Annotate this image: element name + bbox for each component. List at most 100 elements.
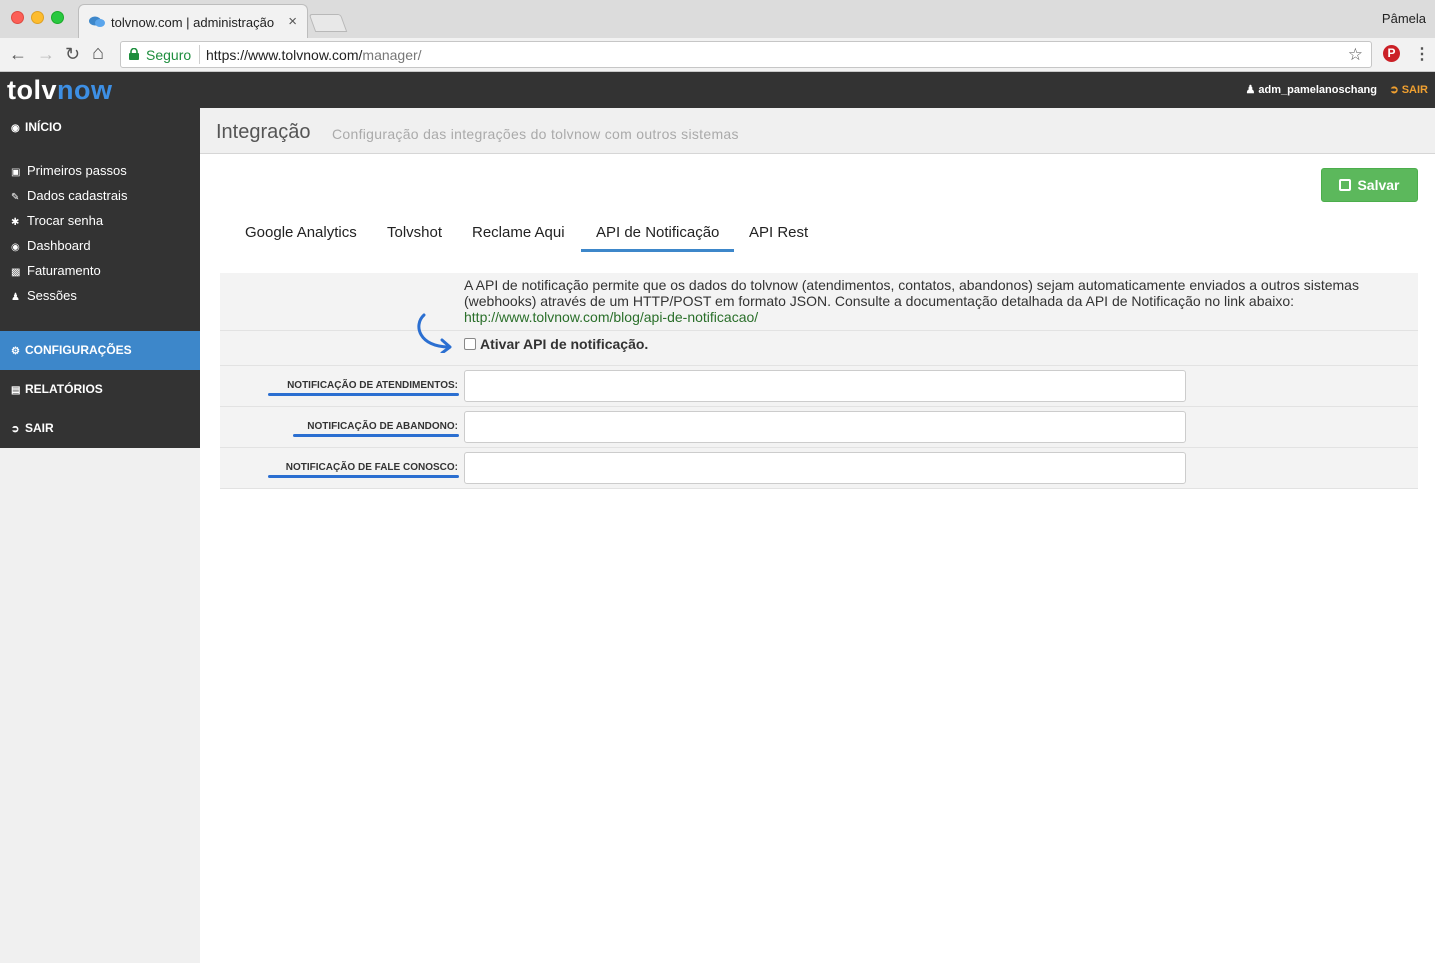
sidebar-item-dashboard[interactable]: ◉ Dashboard <box>11 238 91 258</box>
sidebar-item-label: Sessões <box>27 288 77 303</box>
page-header: Integração Configuração das integrações … <box>200 108 1435 154</box>
tab-api-rest[interactable]: API Rest <box>749 224 808 252</box>
sidebar-item-label: RELATÓRIOS <box>25 382 103 396</box>
documentation-link[interactable]: http://www.tolvnow.com/blog/api-de-notif… <box>464 309 1404 325</box>
row-divider <box>220 330 1418 331</box>
row-divider <box>220 406 1418 407</box>
url-separator <box>199 45 200 64</box>
app-header: tolvnow ♟ adm_pamelanoschang ➲ SAIR <box>0 72 1435 108</box>
sidebar-item-label: Trocar senha <box>27 213 104 228</box>
annotation-arrow-icon <box>417 313 452 353</box>
tab-close-icon[interactable]: × <box>288 13 297 30</box>
username: adm_pamelanoschang <box>1258 84 1377 96</box>
row-divider <box>220 447 1418 448</box>
forward-icon[interactable]: → <box>37 44 55 65</box>
activate-api-row: Ativar API de notificação. <box>464 336 648 352</box>
url-host: https://www.tolvnow.com/ <box>206 47 363 63</box>
home-icon[interactable]: ⌂ <box>92 42 104 65</box>
sidebar-item-trocar-senha[interactable]: ✱ Trocar senha <box>11 213 103 233</box>
sidebar-item-label: Dados cadastrais <box>27 188 128 203</box>
user-menu[interactable]: ♟ adm_pamelanoschang <box>1245 83 1377 96</box>
window-zoom-button[interactable] <box>51 11 64 24</box>
description-line: A API de notificação permite que os dado… <box>464 277 1359 293</box>
browser-toolbar: ← → ↻ ⌂ Seguro https://www.tolvnow.com/m… <box>0 38 1435 72</box>
browser-titlebar: tolvnow.com | administração × Pâmela <box>0 0 1435 38</box>
annotation-underline <box>268 475 459 478</box>
pinterest-extension-icon[interactable]: P <box>1383 45 1400 62</box>
activate-api-checkbox[interactable] <box>464 338 476 350</box>
gears-icon: ⚙ <box>11 346 20 357</box>
browser-tab[interactable]: tolvnow.com | administração × <box>78 4 308 38</box>
window-close-button[interactable] <box>11 11 24 24</box>
field-label-fale-conosco: NOTIFICAÇÃO DE FALE CONOSCO: <box>285 462 458 473</box>
field-label-abandono: NOTIFICAÇÃO DE ABANDONO: <box>307 421 458 432</box>
bar-chart-icon: ▤ <box>11 385 21 396</box>
window-minimize-button[interactable] <box>31 11 44 24</box>
logout-label: SAIR <box>1401 84 1428 96</box>
sidebar-item-label: Faturamento <box>27 263 101 278</box>
sidebar-item-configuracoes[interactable]: ⚙ CONFIGURAÇÕES <box>0 331 200 370</box>
sidebar-item-label: SAIR <box>25 421 54 435</box>
sidebar: ◉ INÍCIO ▣ Primeiros passos ✎ Dados cadastr… <box>0 108 200 963</box>
annotation-underline <box>293 434 459 437</box>
sidebar-item-relatorios[interactable]: ▤ RELATÓRIOS <box>0 370 200 409</box>
briefcase-icon: ▣ <box>11 167 21 178</box>
fale-conosco-url-input[interactable] <box>464 452 1186 484</box>
tab-api-notificacao[interactable]: API de Notificação <box>581 224 734 252</box>
logout-icon: ➲ <box>1389 84 1402 96</box>
page-title: Integração <box>216 121 311 143</box>
notification-form: A API de notificação permite que os dado… <box>220 273 1418 489</box>
tolvnow-logo[interactable]: tolvnow <box>7 75 113 106</box>
profile-name[interactable]: Pâmela <box>1382 11 1426 26</box>
save-label: Salvar <box>1357 177 1400 193</box>
new-tab-button[interactable] <box>308 14 348 32</box>
row-divider <box>220 365 1418 366</box>
sidebar-item-faturamento[interactable]: ▩ Faturamento <box>11 263 101 283</box>
save-button[interactable]: Salvar <box>1321 168 1418 202</box>
tab-title: tolvnow.com | administração <box>111 15 275 30</box>
url-bar[interactable]: Seguro https://www.tolvnow.com/manager/ … <box>120 41 1372 68</box>
money-icon: ▩ <box>11 267 21 278</box>
sidebar-item-label: Primeiros passos <box>27 163 127 178</box>
reload-icon[interactable]: ↻ <box>65 44 80 65</box>
description-line: (webhooks) através de um HTTP/POST em fo… <box>464 293 1295 309</box>
asterisk-icon: ✱ <box>11 217 20 228</box>
check-square-icon <box>1339 179 1352 191</box>
edit-icon: ✎ <box>11 192 20 203</box>
bookmark-star-icon[interactable]: ☆ <box>1348 45 1363 65</box>
sidebar-item-label: INÍCIO <box>25 120 62 134</box>
logo-part1: tolv <box>7 75 58 105</box>
sidebar-item-label: Dashboard <box>27 238 91 253</box>
page-subtitle: Configuração das integrações do tolvnow … <box>332 126 739 142</box>
sidebar-item-sessoes[interactable]: ♟ Sessões <box>11 288 77 308</box>
tab-google-analytics[interactable]: Google Analytics <box>245 224 357 252</box>
annotation-underline <box>268 393 459 396</box>
activate-api-label[interactable]: Ativar API de notificação. <box>480 336 648 352</box>
sidebar-item-label: CONFIGURAÇÕES <box>25 343 132 357</box>
tab-reclame-aqui[interactable]: Reclame Aqui <box>472 224 565 252</box>
url-path: manager/ <box>362 47 422 63</box>
url-text[interactable]: https://www.tolvnow.com/manager/ <box>206 47 422 63</box>
abandono-url-input[interactable] <box>464 411 1186 443</box>
sidebar-item-primeiros-passos[interactable]: ▣ Primeiros passos <box>11 163 127 183</box>
logo-part2: now <box>57 75 113 105</box>
user-icon: ♟ <box>11 292 20 303</box>
sidebar-submenu: ▣ Primeiros passos ✎ Dados cadastrais ✱ Tro… <box>0 147 200 331</box>
sidebar-item-dados-cadastrais[interactable]: ✎ Dados cadastrais <box>11 188 127 208</box>
secure-label: Seguro <box>146 47 192 63</box>
chat-bubbles-icon <box>89 16 105 27</box>
lock-icon <box>129 48 139 60</box>
logout-link[interactable]: ➲ SAIR <box>1389 83 1428 96</box>
atendimentos-url-input[interactable] <box>464 370 1186 402</box>
back-icon[interactable]: ← <box>9 44 27 65</box>
api-description: A API de notificação permite que os dado… <box>464 277 1404 325</box>
logout-icon: ➲ <box>11 424 20 435</box>
sidebar-item-inicio[interactable]: ◉ INÍCIO <box>0 108 200 147</box>
tab-tolvshot[interactable]: Tolvshot <box>387 224 442 252</box>
dashboard-icon: ◉ <box>11 123 20 134</box>
sidebar-item-sair[interactable]: ➲ SAIR <box>0 409 200 448</box>
field-label-atendimentos: NOTIFICAÇÃO DE ATENDIMENTOS: <box>287 380 458 391</box>
user-icon: ♟ <box>1245 84 1259 96</box>
dashboard-icon: ◉ <box>11 242 20 253</box>
browser-menu-icon[interactable]: ⋮ <box>1414 44 1430 64</box>
